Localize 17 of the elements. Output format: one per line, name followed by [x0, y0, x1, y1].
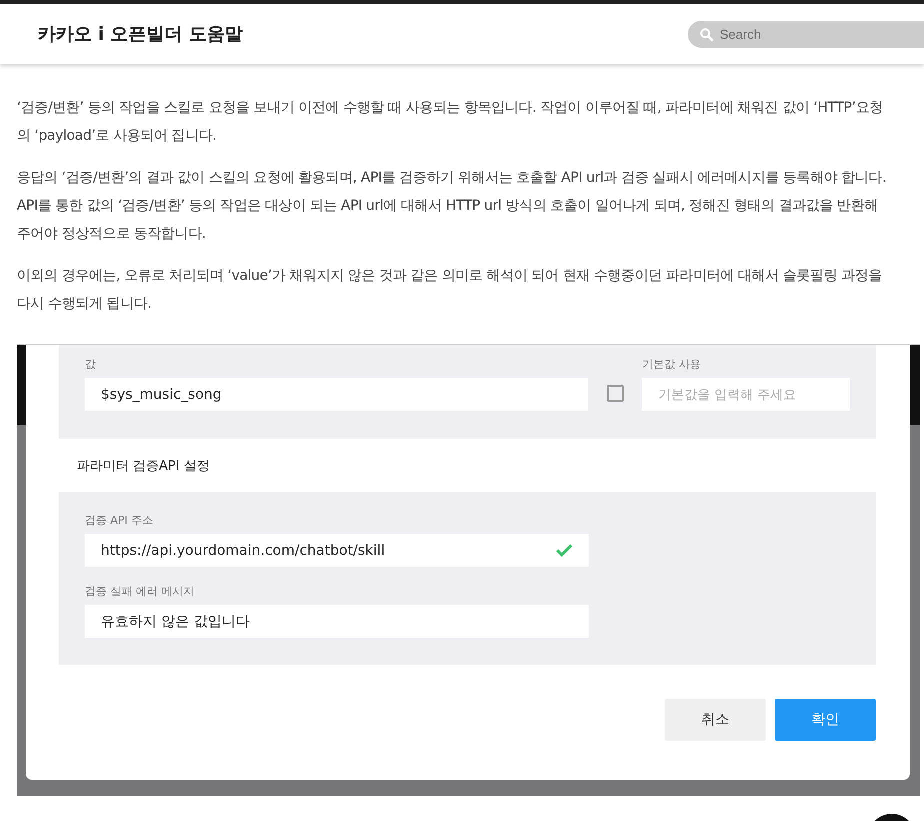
search-field[interactable]: Search — [688, 20, 924, 48]
field-label: 검증 API 주소 — [85, 514, 154, 528]
search-icon — [700, 28, 714, 42]
paragraph: 이외의 경우에는, 오류로 처리되며 ‘value’가 채워지지 않은 것과 같은 의미로 해석이 되어 현재 수행중이던 파라미터에 대해서 슬롯필링 과정을 다시 수행되게 됩니다. — [17, 267, 884, 314]
site-title[interactable]: 카카오 i 오픈빌더 도움말 — [38, 22, 243, 46]
input-field[interactable]: https://api.yourdomain.com/chatbot/skill — [85, 534, 589, 567]
paragraph: ‘검증/변환’ 등의 작업을 스킬로 요청을 보내기 이전에 수행할 때 사용되는 항목입니다. 작업이 이루어질 때, 파라미터에 채워진 값이 ‘HTTP’요청의 ‘payload’로 사용되어 집니다. — [17, 99, 884, 146]
checkbox[interactable] — [606, 385, 624, 402]
field-label: 기본값 사용 — [642, 358, 702, 372]
input-field[interactable]: 유효하지 않은 값입니다 — [85, 605, 589, 638]
field-label: 검증 실패 에러 메시지 — [85, 585, 196, 599]
section-title: 파라미터 검증API 설정 — [76, 458, 211, 476]
input-field[interactable]: $sys_music_song — [85, 378, 588, 411]
cancel-button[interactable]: 취소 — [665, 699, 766, 741]
paragraph: 응답의 ‘검증/변환’의 결과 값이 스킬의 요청에 활용되며, API를 검증하기 위해서는 호출할 API url과 검증 실패시 에러메시지를 등록해야 합니다. API를 통한 값의 ‘검증/변환’ 등의 작업은 대상이 되는 API url에 대해서 HTTP url 방식의 호출이 일어나게 되며, 정해진 형태의 결과값을 반환해주어야 정상적으로 동작합니다. — [17, 169, 888, 244]
check-icon — [556, 544, 573, 557]
field-label: 값 — [85, 358, 97, 372]
